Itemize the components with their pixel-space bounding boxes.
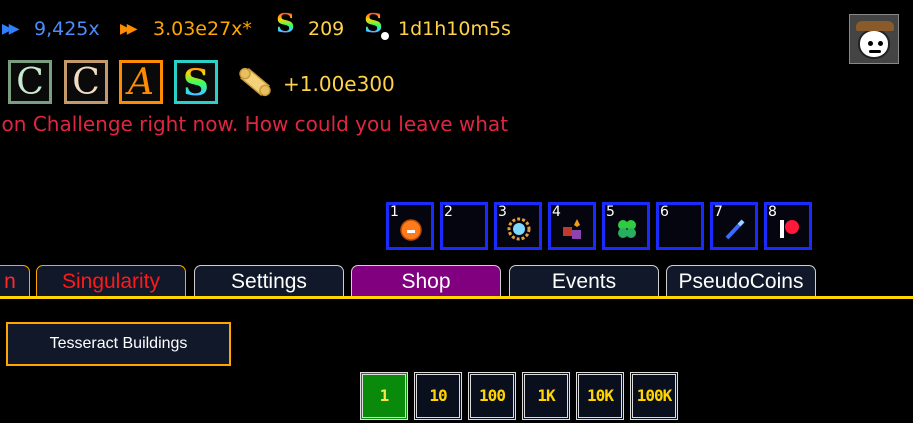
tab-singularity[interactable]: Singularity	[36, 265, 186, 297]
slot-5[interactable]: 5	[602, 202, 650, 250]
clover-icon	[618, 220, 636, 238]
challenge-c-icon[interactable]: C	[64, 60, 108, 104]
slot-3[interactable]: 3	[494, 202, 542, 250]
slot-7[interactable]: 7	[710, 202, 758, 250]
singularity-count: 209	[308, 18, 345, 40]
cubes-icon	[563, 219, 581, 239]
scroll-ticket-icon	[239, 67, 271, 97]
buy-amount-1-button[interactable]: 1	[360, 372, 408, 420]
buy-amount-100k-button[interactable]: 100K	[630, 372, 678, 420]
slot-2[interactable]: 2	[440, 202, 488, 250]
sun-gear-icon	[507, 217, 531, 241]
wand-icon	[725, 219, 745, 240]
challenge-s-icon[interactable]: S	[174, 60, 218, 104]
patreon-icon	[780, 220, 799, 238]
singularity-time: 1d1h10m5s	[398, 18, 511, 40]
challenge-a-icon[interactable]: A	[119, 60, 163, 104]
tab-events[interactable]: Events	[509, 265, 659, 297]
buy-amount-10-button[interactable]: 10	[414, 372, 462, 420]
ascension-multiplier: 9,425x	[34, 18, 100, 40]
double-arrow-icon: ▶▶	[2, 21, 19, 37]
avatar-face	[858, 29, 890, 59]
challenge-message: ion Challenge right now. How could you l…	[0, 112, 509, 136]
tesseract-buildings-button[interactable]: Tesseract Buildings	[6, 322, 231, 366]
singularity-timer-icon: S	[364, 9, 383, 39]
buy-amount-1k-button[interactable]: 1K	[522, 372, 570, 420]
tab-settings[interactable]: Settings	[194, 265, 344, 297]
double-arrow-icon: ▶▶	[120, 21, 137, 37]
avatar-hat	[856, 21, 894, 31]
tab-shop[interactable]: Shop	[351, 265, 501, 297]
slot-1[interactable]: 1	[386, 202, 434, 250]
ticket-value: +1.00e300	[283, 72, 395, 96]
slot-6[interactable]: 6	[656, 202, 704, 250]
buy-amount-10k-button[interactable]: 10K	[576, 372, 624, 420]
player-avatar[interactable]	[849, 14, 899, 64]
tab-underline	[0, 296, 913, 299]
slot-8[interactable]: 8	[764, 202, 812, 250]
speed-multiplier: 3.03e27x*	[153, 18, 252, 40]
orange-blob-icon	[400, 219, 422, 241]
slot-4[interactable]: 4	[548, 202, 596, 250]
tab-pseudocoins[interactable]: PseudoCoins	[666, 265, 816, 297]
buy-amount-100-button[interactable]: 100	[468, 372, 516, 420]
clock-icon	[381, 32, 389, 40]
singularity-icon: S	[276, 9, 295, 39]
challenge-c-icon[interactable]: C	[8, 60, 52, 104]
tab-previous[interactable]: n	[0, 265, 30, 297]
